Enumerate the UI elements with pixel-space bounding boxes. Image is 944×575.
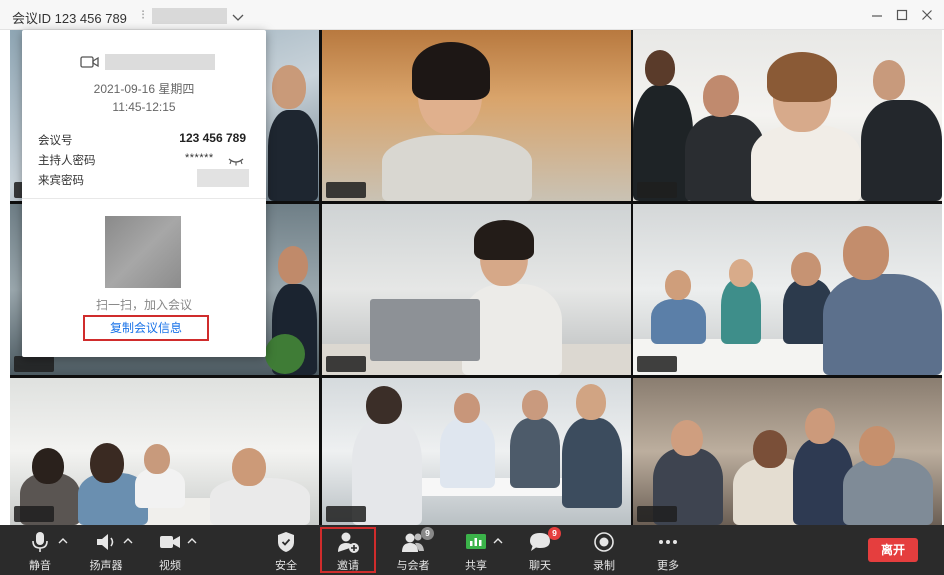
close-icon[interactable] [918, 6, 936, 24]
video-camera-icon [158, 531, 182, 553]
participant-nameplate [326, 182, 366, 198]
speaker-icon [94, 531, 118, 553]
chat-button[interactable]: 9 聊天 [520, 525, 561, 575]
mute-button[interactable]: 静音 [20, 525, 60, 575]
maximize-icon[interactable] [893, 6, 911, 24]
minimize-icon[interactable] [868, 6, 886, 24]
meeting-topic-redacted [152, 8, 227, 24]
microphone-icon [28, 531, 52, 553]
video-tile-5[interactable] [322, 204, 631, 375]
title-separator: ⁝ [141, 7, 146, 22]
mute-label: 静音 [29, 560, 51, 572]
host-password-value: ****** [185, 152, 214, 164]
guest-password-redacted [197, 169, 249, 187]
chat-label: 聊天 [529, 560, 551, 572]
video-tile-3[interactable] [633, 30, 942, 201]
record-label: 录制 [593, 560, 615, 572]
speaker-label: 扬声器 [89, 560, 123, 572]
participant-nameplate [326, 356, 366, 372]
meeting-topic-redacted [105, 54, 215, 70]
video-tile-9[interactable] [633, 378, 942, 525]
invite-button[interactable]: 邀请 [328, 525, 368, 575]
video-button[interactable]: 视频 [150, 525, 190, 575]
share-options-chevron-icon[interactable] [493, 536, 503, 546]
divider [22, 198, 266, 199]
video-options-chevron-icon[interactable] [187, 536, 197, 546]
guest-password-label: 来宾密码 [38, 175, 84, 187]
video-tile-6[interactable] [633, 204, 942, 375]
qr-code [105, 216, 181, 288]
chat-unread-badge: 9 [548, 527, 561, 540]
leave-meeting-button[interactable]: 离开 [868, 538, 918, 562]
meeting-id-title: 会议ID 123 456 789 [12, 11, 127, 26]
meeting-number-label: 会议号 [38, 135, 73, 147]
meeting-toolbar: 静音 扬声器 视频 安全 邀请 9 与会者 共享 9 聊天 录制 更多 [0, 525, 944, 575]
share-screen-icon [464, 531, 488, 553]
participants-button[interactable]: 9 与会者 [391, 525, 435, 575]
copy-meeting-info-button[interactable]: 复制会议信息 [83, 315, 209, 341]
share-label: 共享 [465, 560, 487, 572]
video-label: 视频 [159, 560, 181, 572]
more-button[interactable]: 更多 [648, 525, 688, 575]
video-tile-7[interactable] [10, 378, 319, 525]
participant-nameplate [637, 182, 677, 198]
security-label: 安全 [275, 560, 297, 572]
meeting-info-card: 2021-09-16 星期四 11:45-12:15 会议号 123 456 7… [22, 30, 266, 357]
title-bar: 会议ID 123 456 789 ⁝ [0, 0, 944, 30]
more-icon [656, 531, 680, 553]
participant-nameplate [14, 356, 54, 372]
record-button[interactable]: 录制 [584, 525, 624, 575]
participant-nameplate [637, 356, 677, 372]
participant-nameplate [326, 506, 366, 522]
add-user-icon [336, 531, 360, 553]
record-icon [592, 531, 616, 553]
meeting-time: 11:45-12:15 [112, 100, 176, 114]
meeting-number-value: 123 456 789 [179, 131, 246, 145]
speaker-button[interactable]: 扬声器 [86, 525, 126, 575]
qr-caption: 扫一扫，加入会议 [95, 298, 192, 312]
video-tile-2[interactable] [322, 30, 631, 201]
security-button[interactable]: 安全 [266, 525, 306, 575]
camera-icon [80, 55, 100, 69]
participant-nameplate [637, 506, 677, 522]
host-password-label: 主持人密码 [38, 155, 96, 167]
invite-label: 邀请 [337, 560, 359, 572]
participants-label: 与会者 [396, 560, 430, 572]
shield-icon [274, 531, 298, 553]
chevron-down-icon[interactable] [232, 10, 244, 21]
video-tile-8[interactable] [322, 378, 631, 525]
mute-options-chevron-icon[interactable] [58, 536, 68, 546]
participants-count-badge: 9 [421, 527, 434, 540]
speaker-options-chevron-icon[interactable] [123, 536, 133, 546]
participant-nameplate [14, 506, 54, 522]
meeting-date: 2021-09-16 星期四 [93, 82, 195, 96]
eye-closed-icon[interactable] [228, 153, 244, 166]
share-button[interactable]: 共享 [456, 525, 496, 575]
more-label: 更多 [657, 560, 679, 572]
